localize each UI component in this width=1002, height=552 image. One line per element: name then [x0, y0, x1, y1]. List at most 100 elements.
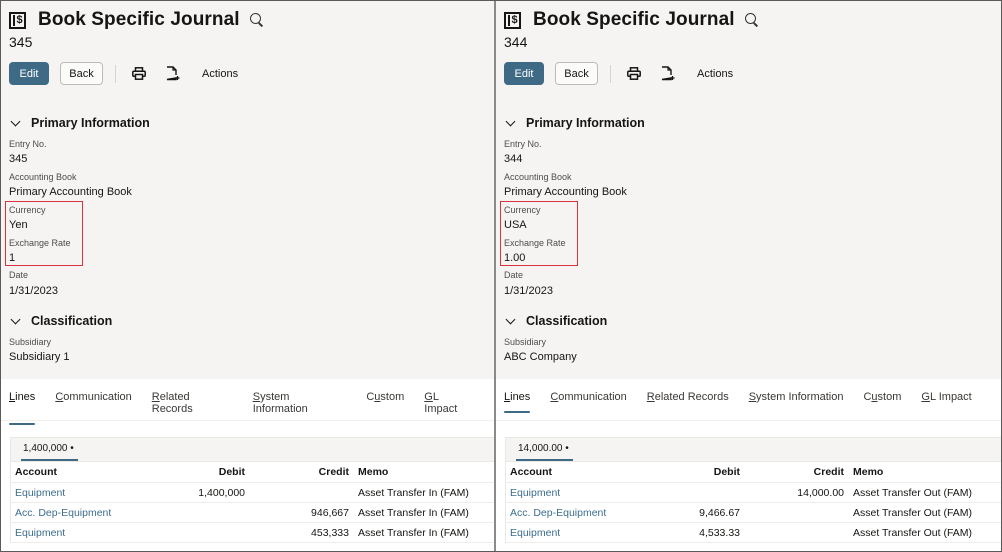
tab-system-information[interactable]: System Information — [749, 391, 844, 413]
section-title: Classification — [526, 314, 608, 328]
record-number: 345 — [9, 34, 33, 50]
account-link[interactable]: Acc. Dep-Equipment — [506, 507, 646, 519]
journal-panel-344: $ Book Specific Journal 344 Edit Back Ac… — [494, 1, 1001, 551]
classification-header[interactable]: Classification — [9, 314, 112, 328]
entry-no-value: 345 — [9, 153, 28, 165]
tab-label-part: ommunication — [558, 391, 627, 403]
tab-label-part: stom — [877, 391, 902, 403]
tab-label-part: elated Records — [654, 391, 729, 403]
tab-label-part: ystem Information — [756, 391, 844, 403]
chevron-down-icon — [10, 314, 21, 325]
tab-communication[interactable]: Communication — [550, 391, 626, 413]
classification-header[interactable]: Classification — [504, 314, 607, 328]
column-header-memo[interactable]: Memo — [844, 466, 1001, 478]
new-document-icon[interactable] — [162, 63, 184, 85]
tab-lines[interactable]: Lines — [504, 391, 531, 413]
lines-grid: 14,000.00 • Account Debit Credit Memo Eq… — [505, 437, 1001, 543]
subsidiary-value: ABC Company — [504, 351, 577, 363]
table-row[interactable]: Acc. Dep-Equipment 9,466.67 Asset Transfer… — [506, 503, 1001, 523]
edit-button[interactable]: Edit — [504, 62, 544, 85]
record-header-area: $ Book Specific Journal 345 Edit Back Ac… — [1, 1, 494, 379]
tab-label-part: L Impact — [929, 391, 972, 403]
subsidiary-label: Subsidiary — [504, 337, 547, 347]
subsidiary-value: Subsidiary 1 — [9, 351, 70, 363]
date-label: Date — [9, 270, 29, 280]
actions-menu[interactable]: Actions — [697, 68, 733, 80]
grid-rows: Equipment 1,400,000 Asset Transfer In (FAM… — [11, 483, 494, 543]
account-link[interactable]: Equipment — [11, 487, 151, 499]
table-row[interactable]: Acc. Dep-Equipment 946,667 Asset Transfer … — [11, 503, 494, 523]
memo-cell: Asset Transfer Out (FAM) — [853, 526, 973, 539]
subsidiary-label: Subsidiary — [9, 337, 52, 347]
credit-cell: 14,000.00 — [797, 486, 844, 499]
table-row[interactable]: Equipment 14,000.00 Asset Transfer Out (FA… — [506, 483, 1001, 503]
date-value: 1/31/2023 — [504, 285, 553, 297]
credit-cell: 946,667 — [311, 506, 349, 519]
column-header-credit[interactable]: Credit — [245, 466, 349, 478]
title-row: $ Book Specific Journal — [9, 9, 264, 31]
memo-cell: Asset Transfer In (FAM) — [358, 506, 469, 519]
record-number: 344 — [504, 34, 528, 50]
accounting-book-label: Accounting Book — [504, 172, 572, 182]
currency-label: Currency — [504, 205, 541, 215]
tab-accesskey: S — [748, 391, 757, 403]
table-row[interactable]: Equipment 453,333 Asset Transfer In (FAM) — [11, 523, 494, 543]
grid-total-bar: 1,400,000 • — [11, 438, 494, 462]
account-link[interactable]: Equipment — [506, 527, 646, 539]
accounting-book-value: Primary Accounting Book — [504, 186, 627, 198]
journal-panel-345: $ Book Specific Journal 345 Edit Back Ac… — [1, 1, 494, 551]
tab-label-part: ystem Information — [252, 391, 308, 415]
chevron-down-icon — [505, 116, 516, 127]
column-header-account[interactable]: Account — [11, 466, 151, 478]
tab-gl-impact[interactable]: GL Impact — [921, 391, 971, 413]
primary-information-header[interactable]: Primary Information — [9, 116, 150, 130]
memo-cell: Asset Transfer Out (FAM) — [853, 506, 973, 519]
edit-button[interactable]: Edit — [9, 62, 49, 85]
column-header-credit[interactable]: Credit — [740, 466, 844, 478]
comparison-frame: $ Book Specific Journal 345 Edit Back Ac… — [0, 0, 1002, 552]
account-link[interactable]: Equipment — [11, 527, 151, 539]
lines-total[interactable]: 14,000.00 • — [516, 443, 573, 461]
tab-related-records[interactable]: Related Records — [647, 391, 729, 413]
currency-value: Yen — [9, 219, 28, 231]
printer-icon[interactable] — [128, 63, 150, 85]
record-header-area: $ Book Specific Journal 344 Edit Back Ac… — [496, 1, 1001, 379]
tab-label-part: ommunication — [63, 391, 132, 403]
column-header-memo[interactable]: Memo — [349, 466, 494, 478]
tab-label-part: ines — [510, 391, 531, 403]
printer-icon[interactable] — [623, 63, 645, 85]
tabs-divider — [1, 420, 494, 421]
tabs-divider — [496, 420, 1001, 421]
memo-cell: Asset Transfer Out (FAM) — [853, 486, 973, 499]
table-row[interactable]: Equipment 4,533.33 Asset Transfer Out (FAM… — [506, 523, 1001, 543]
column-header-debit[interactable]: Debit — [646, 466, 740, 478]
search-icon[interactable] — [744, 13, 759, 27]
actions-menu[interactable]: Actions — [202, 68, 238, 80]
back-button[interactable]: Back — [555, 62, 598, 85]
chevron-down-icon — [10, 116, 21, 127]
journal-dollar-icon: $ — [9, 11, 26, 29]
search-icon[interactable] — [249, 13, 264, 27]
exchange-rate-value: 1.00 — [504, 252, 526, 264]
back-button[interactable]: Back — [60, 62, 103, 85]
date-label: Date — [504, 270, 524, 280]
new-document-icon[interactable] — [657, 63, 679, 85]
tab-label-part: stom — [380, 391, 405, 403]
tab-accesskey: R — [646, 391, 655, 403]
accounting-book-label: Accounting Book — [9, 172, 77, 182]
tab-custom[interactable]: Custom — [863, 391, 901, 413]
debit-cell: 9,466.67 — [699, 506, 740, 519]
entry-no-label: Entry No. — [504, 139, 542, 149]
primary-information-header[interactable]: Primary Information — [504, 116, 645, 130]
lines-grid: 1,400,000 • Account Debit Credit Memo Eq… — [10, 437, 494, 543]
debit-cell: 1,400,000 — [198, 486, 245, 499]
table-row[interactable]: Equipment 1,400,000 Asset Transfer In (FAM… — [11, 483, 494, 503]
account-link[interactable]: Acc. Dep-Equipment — [11, 507, 151, 519]
column-header-account[interactable]: Account — [506, 466, 646, 478]
lines-total[interactable]: 1,400,000 • — [21, 443, 78, 461]
toolbar-divider — [115, 64, 116, 83]
account-link[interactable]: Equipment — [506, 487, 646, 499]
column-header-debit[interactable]: Debit — [151, 466, 245, 478]
date-value: 1/31/2023 — [9, 285, 58, 297]
page-title: Book Specific Journal — [533, 9, 735, 30]
